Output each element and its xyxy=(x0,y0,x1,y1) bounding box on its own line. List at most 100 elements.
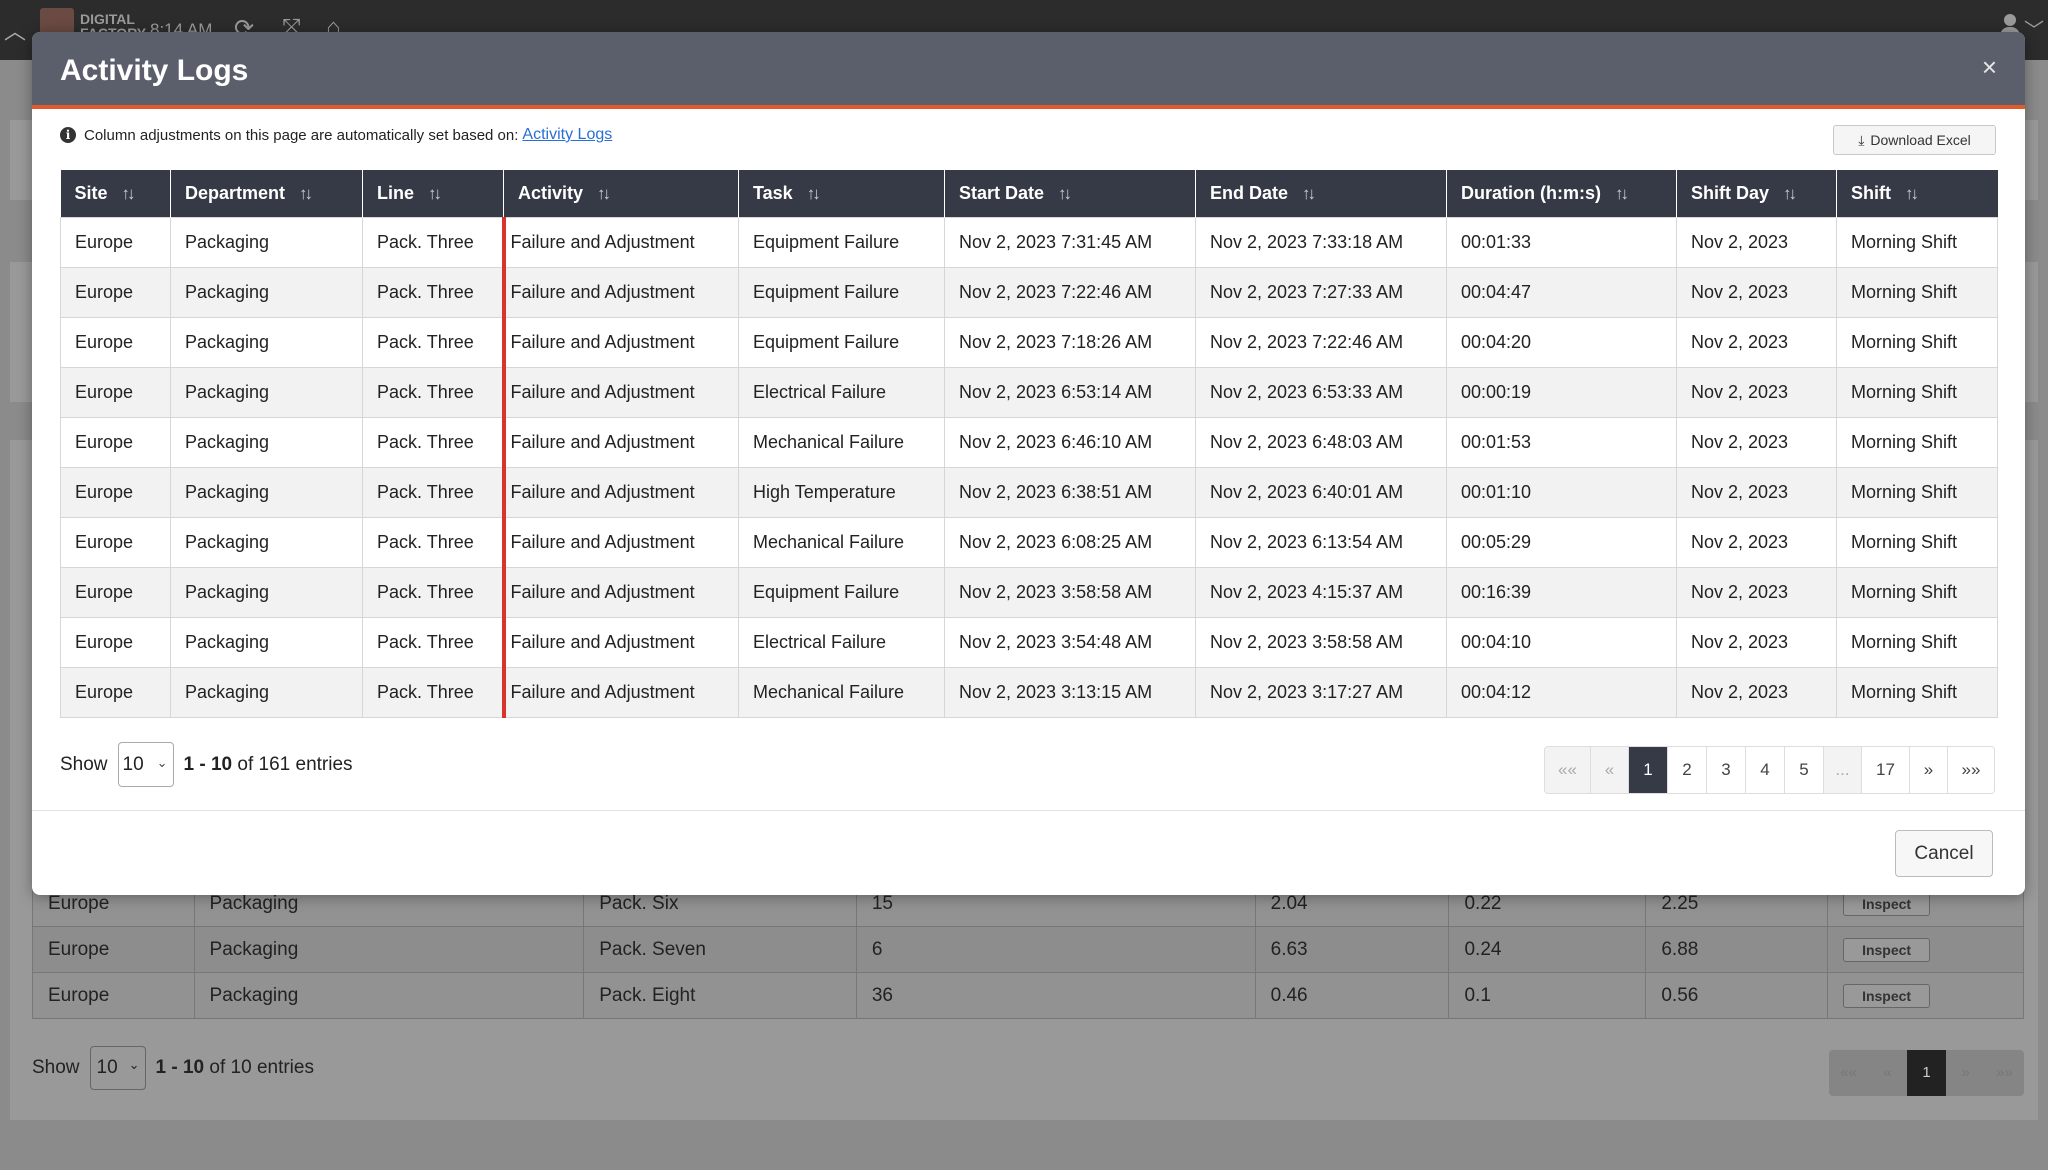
table-cell: Electrical Failure xyxy=(738,616,945,668)
page-button: « xyxy=(1883,1064,1892,1081)
table-cell: Failure and Adjustment xyxy=(501,216,739,268)
page-button[interactable]: 1 xyxy=(1629,747,1668,793)
page-button[interactable]: 4 xyxy=(1746,747,1785,793)
page-button[interactable]: 17 xyxy=(1862,747,1910,793)
chevron-up-icon[interactable]: ︿ xyxy=(4,14,26,46)
table-row: Europe Packaging Pack. Eight 36 0.46 0.1 0.56 I… xyxy=(32,972,2024,1019)
cancel-button[interactable]: Cancel xyxy=(1895,830,1993,877)
sort-icon[interactable]: ↑↓ xyxy=(807,184,821,204)
table-cell: Nov 2, 2023 6:48:03 AM xyxy=(1195,416,1447,468)
footer-divider xyxy=(32,810,2025,811)
inspect-button[interactable]: Inspect xyxy=(1843,983,1931,1008)
page-size-select[interactable]: 10 ⌄ xyxy=(89,1046,146,1090)
page-button[interactable]: 3 xyxy=(1707,747,1746,793)
sort-icon[interactable]: ↑↓ xyxy=(122,184,136,204)
page-button[interactable]: 5 xyxy=(1785,747,1824,793)
column-header[interactable]: Site ↑↓ xyxy=(60,170,171,217)
table-row[interactable]: Europe Packaging Pack. Three Failure and Ad… xyxy=(60,366,1998,418)
info-note: i Column adjustments on this page are au… xyxy=(60,126,612,144)
sort-icon[interactable]: ↑↓ xyxy=(299,184,313,204)
table-row[interactable]: Europe Packaging Pack. Three Failure and Ad… xyxy=(60,516,1998,568)
chevron-down-icon[interactable]: ﹀ xyxy=(2024,14,2044,43)
page-button[interactable]: 2 xyxy=(1668,747,1707,793)
table-cell: 0.56 xyxy=(1645,972,1829,1019)
info-link[interactable]: Activity Logs xyxy=(522,126,612,144)
table-row[interactable]: Europe Packaging Pack. Three Failure and Ad… xyxy=(60,466,1998,518)
column-header[interactable]: Task ↑↓ xyxy=(738,170,945,217)
table-cell: Nov 2, 2023 3:58:58 AM xyxy=(1195,616,1447,668)
table-cell: 00:00:19 xyxy=(1446,366,1677,418)
download-excel-button[interactable]: ⤓ Download Excel xyxy=(1833,125,1996,155)
inspect-button[interactable]: Inspect xyxy=(1843,937,1931,962)
column-header[interactable]: Line ↑↓ xyxy=(362,170,504,217)
table-cell: Europe xyxy=(60,416,171,468)
table-cell: 36 xyxy=(855,972,1256,1019)
table-cell: Pack. Three xyxy=(362,316,504,368)
page-button: » xyxy=(1961,1064,1970,1081)
table-cell: Failure and Adjustment xyxy=(501,566,739,618)
table-cell: 0.1 xyxy=(1448,972,1647,1019)
table-cell: Europe xyxy=(60,266,171,318)
pagination: «« «1 2 3 4 5... 17»»» xyxy=(1544,746,1995,794)
inspect-button[interactable]: Inspect xyxy=(1843,891,1931,916)
sort-icon[interactable]: ↑↓ xyxy=(1783,184,1797,204)
column-header[interactable]: Start Date ↑↓ xyxy=(944,170,1196,217)
table-cell: Failure and Adjustment xyxy=(501,516,739,568)
table-cell: Nov 2, 2023 6:13:54 AM xyxy=(1195,516,1447,568)
activity-logs-modal: Activity Logs × i Column adjustments on … xyxy=(32,32,2025,895)
sort-icon[interactable]: ↑↓ xyxy=(1615,184,1629,204)
close-icon[interactable]: × xyxy=(1982,52,1997,83)
column-header[interactable]: End Date ↑↓ xyxy=(1195,170,1447,217)
table-cell: Packaging xyxy=(193,972,585,1019)
table-cell: 6.63 xyxy=(1254,926,1450,973)
table-cell: Equipment Failure xyxy=(738,216,945,268)
table-cell: Morning Shift xyxy=(1836,516,1998,568)
table-cell: Inspect xyxy=(1827,972,2024,1019)
page-size-select[interactable]: 10 ⌄ xyxy=(117,742,174,787)
table-cell: 0.24 xyxy=(1448,926,1647,973)
table-cell: Pack. Three xyxy=(362,566,504,618)
info-text: Column adjustments on this page are auto… xyxy=(84,126,519,144)
sort-icon[interactable]: ↑↓ xyxy=(1058,184,1072,204)
page-button: 1 xyxy=(1907,1050,1946,1096)
table-cell: Nov 2, 2023 xyxy=(1676,266,1837,318)
table-cell: Packaging xyxy=(170,566,363,618)
page-button: «« xyxy=(1840,1064,1857,1081)
show-label: Show xyxy=(32,1057,80,1078)
table-cell: Europe xyxy=(60,216,171,268)
table-row[interactable]: Europe Packaging Pack. Three Failure and Ad… xyxy=(60,266,1998,318)
page-button: « xyxy=(1591,747,1629,793)
table-row[interactable]: Europe Packaging Pack. Three Failure and Ad… xyxy=(60,616,1998,668)
table-cell: Nov 2, 2023 3:17:27 AM xyxy=(1195,666,1447,718)
column-header[interactable]: Department ↑↓ xyxy=(170,170,363,217)
table-cell: Morning Shift xyxy=(1836,416,1998,468)
column-header[interactable]: Shift ↑↓ xyxy=(1836,170,1998,217)
bg-page-size: Show 10 ⌄ 1 - 10 of 10 entries xyxy=(32,1046,314,1090)
table-cell: Europe xyxy=(32,972,195,1019)
page-button[interactable]: » xyxy=(1910,747,1948,793)
sort-icon[interactable]: ↑↓ xyxy=(597,184,611,204)
table-cell: Nov 2, 2023 7:33:18 AM xyxy=(1195,216,1447,268)
page-button[interactable]: »» xyxy=(1948,747,1994,793)
table-row[interactable]: Europe Packaging Pack. Three Failure and Ad… xyxy=(60,566,1998,618)
table-row[interactable]: Europe Packaging Pack. Three Failure and Ad… xyxy=(60,316,1998,368)
table-cell: Failure and Adjustment xyxy=(501,366,739,418)
table-cell: 00:16:39 xyxy=(1446,566,1677,618)
table-cell: Europe xyxy=(60,366,171,418)
modal-header: Activity Logs × xyxy=(32,32,2025,109)
sort-icon[interactable]: ↑↓ xyxy=(1905,184,1919,204)
table-cell: Failure and Adjustment xyxy=(501,616,739,668)
table-cell: Nov 2, 2023 xyxy=(1676,216,1837,268)
sort-icon[interactable]: ↑↓ xyxy=(428,184,442,204)
table-cell: Pack. Three xyxy=(362,666,504,718)
column-header[interactable]: Shift Day ↑↓ xyxy=(1676,170,1837,217)
table-cell: Morning Shift xyxy=(1836,266,1998,318)
table-cell: Mechanical Failure xyxy=(738,516,945,568)
column-header[interactable]: Duration (h:m:s) ↑↓ xyxy=(1446,170,1677,217)
table-cell: Morning Shift xyxy=(1836,216,1998,268)
table-row[interactable]: Europe Packaging Pack. Three Failure and Ad… xyxy=(60,216,1998,268)
table-row[interactable]: Europe Packaging Pack. Three Failure and Ad… xyxy=(60,666,1998,718)
sort-icon[interactable]: ↑↓ xyxy=(1302,184,1316,204)
table-row[interactable]: Europe Packaging Pack. Three Failure and Ad… xyxy=(60,416,1998,468)
column-header[interactable]: Activity ↑↓ xyxy=(503,170,739,217)
